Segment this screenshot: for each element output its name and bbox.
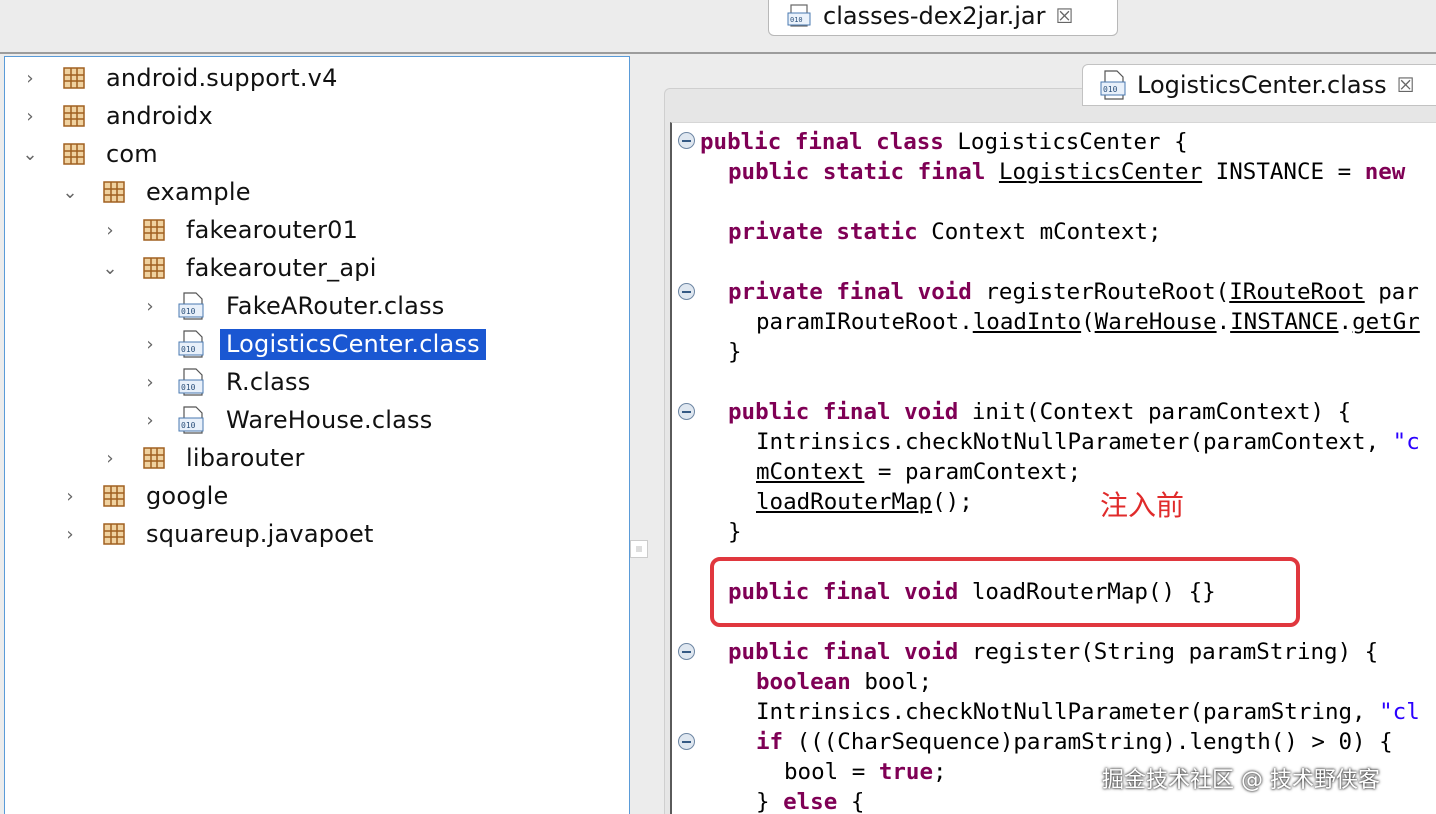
chevron-right-icon[interactable]: › — [140, 372, 160, 393]
tree-item[interactable]: › 010 R.class — [140, 364, 316, 400]
code-line: private final void registerRouteRoot(IRo… — [728, 279, 1419, 305]
tree-item[interactable]: › fakearouter01 — [100, 212, 364, 248]
package-icon — [63, 143, 85, 165]
code-line: Intrinsics.checkNotNullParameter(paramCo… — [756, 429, 1420, 455]
chevron-right-icon[interactable]: › — [100, 220, 120, 241]
annotation-label: 注入前 — [1100, 489, 1185, 522]
tree-item-label[interactable]: LogisticsCenter.class — [220, 328, 486, 360]
package-icon — [103, 181, 125, 203]
package-icon — [143, 447, 165, 469]
code-line: bool = true; — [784, 759, 947, 785]
tab-label: LogisticsCenter.class — [1137, 71, 1387, 99]
class-file-icon: 010 — [178, 368, 204, 396]
tree-item[interactable]: › android.support.v4 — [20, 60, 344, 96]
code-line: Intrinsics.checkNotNullParameter(paramSt… — [756, 699, 1420, 725]
divider — [0, 52, 1436, 54]
fold-toggle-icon[interactable] — [678, 643, 695, 660]
chevron-right-icon[interactable]: › — [140, 296, 160, 317]
chevron-right-icon[interactable]: › — [60, 486, 80, 507]
code-line: public final void init(Context paramCont… — [728, 399, 1352, 425]
package-icon — [63, 105, 85, 127]
svg-text:010: 010 — [181, 345, 196, 354]
fold-toggle-icon[interactable] — [678, 132, 695, 149]
fold-toggle-icon[interactable] — [678, 403, 695, 420]
code-line: public static final LogisticsCenter INST… — [728, 159, 1406, 185]
code-line: } — [728, 519, 742, 545]
tree-item-label[interactable]: WareHouse.class — [220, 405, 438, 436]
class-file-icon: 010 — [178, 406, 204, 434]
package-icon — [63, 67, 85, 89]
tree-item[interactable]: ⌄ com — [20, 136, 164, 172]
package-icon — [103, 523, 125, 545]
chevron-right-icon[interactable]: › — [20, 68, 40, 89]
tree-item-label[interactable]: androidx — [100, 101, 219, 132]
chevron-right-icon[interactable]: › — [20, 106, 40, 127]
tree-item-label[interactable]: com — [100, 139, 164, 170]
fold-toggle-icon[interactable] — [678, 283, 695, 300]
tree-item-label[interactable]: google — [140, 481, 234, 512]
tree-item[interactable]: › androidx — [20, 98, 219, 134]
chevron-down-icon[interactable]: ⌄ — [60, 182, 80, 203]
tree-item-label[interactable]: libarouter — [180, 443, 311, 474]
chevron-right-icon[interactable]: › — [140, 334, 160, 355]
tree-item[interactable]: › 010 FakeARouter.class — [140, 288, 450, 324]
code-line: if (((CharSequence)paramString).length()… — [756, 729, 1393, 755]
editor-tab-bar — [0, 0, 1436, 52]
package-icon — [103, 485, 125, 507]
code-line: loadRouterMap(); — [756, 489, 973, 515]
close-icon[interactable]: ☒ — [1055, 4, 1073, 28]
tree-item[interactable]: › 010 LogisticsCenter.class — [140, 326, 486, 362]
package-icon — [143, 219, 165, 241]
code-line: mContext = paramContext; — [756, 459, 1082, 485]
code-line: private static Context mContext; — [728, 219, 1162, 245]
tree-item-label[interactable]: FakeARouter.class — [220, 291, 450, 322]
tab-label: classes-dex2jar.jar — [823, 2, 1046, 30]
chevron-right-icon[interactable]: › — [60, 524, 80, 545]
code-line: public final void register(String paramS… — [728, 639, 1379, 665]
code-line: } — [728, 339, 742, 365]
tree-item[interactable]: › squareup.javapoet — [60, 516, 380, 552]
splitter-handle[interactable] — [630, 540, 648, 558]
code-line: boolean bool; — [756, 669, 933, 695]
class-file-icon: 010 — [178, 330, 204, 358]
tree-item[interactable]: › libarouter — [100, 440, 311, 476]
tab-classes-dex2jar[interactable]: 010 classes-dex2jar.jar ☒ — [768, 0, 1118, 36]
tree-item-label[interactable]: squareup.javapoet — [140, 519, 380, 550]
svg-text:010: 010 — [181, 307, 196, 316]
code-line: public final class LogisticsCenter { — [700, 129, 1188, 155]
tree-item-label[interactable]: fakearouter01 — [180, 215, 364, 246]
tree-item[interactable]: › google — [60, 478, 234, 514]
close-icon[interactable]: ☒ — [1397, 73, 1415, 97]
watermark: 掘金技术社区 @ 技术野侠客 — [1102, 768, 1380, 793]
chevron-down-icon[interactable]: ⌄ — [20, 144, 40, 165]
highlight-box — [710, 557, 1300, 627]
svg-text:010: 010 — [1103, 85, 1118, 94]
tree-item[interactable]: ⌄ fakearouter_api — [100, 250, 383, 286]
class-file-icon: 010 — [178, 292, 204, 320]
chevron-right-icon[interactable]: › — [140, 410, 160, 431]
tree-item-label[interactable]: fakearouter_api — [180, 253, 383, 284]
fold-toggle-icon[interactable] — [678, 733, 695, 750]
code-line: } else { — [756, 789, 865, 814]
code-line: paramIRouteRoot.loadInto(WareHouse.INSTA… — [756, 309, 1420, 335]
tab-logisticscenter-class[interactable]: 010 LogisticsCenter.class ☒ — [1082, 64, 1436, 106]
tree-item-label[interactable]: R.class — [220, 367, 316, 398]
svg-text:010: 010 — [790, 16, 803, 24]
jar-file-icon: 010 — [787, 4, 811, 27]
tree-item[interactable]: › 010 WareHouse.class — [140, 402, 438, 438]
package-icon — [143, 257, 165, 279]
tree-item-label[interactable]: example — [140, 177, 257, 208]
svg-text:010: 010 — [181, 421, 196, 430]
tree-item[interactable]: ⌄ example — [60, 174, 257, 210]
chevron-down-icon[interactable]: ⌄ — [100, 258, 120, 279]
svg-text:010: 010 — [181, 383, 196, 392]
tree-item-label[interactable]: android.support.v4 — [100, 63, 344, 94]
class-file-icon: 010 — [1100, 70, 1126, 100]
chevron-right-icon[interactable]: › — [100, 448, 120, 469]
